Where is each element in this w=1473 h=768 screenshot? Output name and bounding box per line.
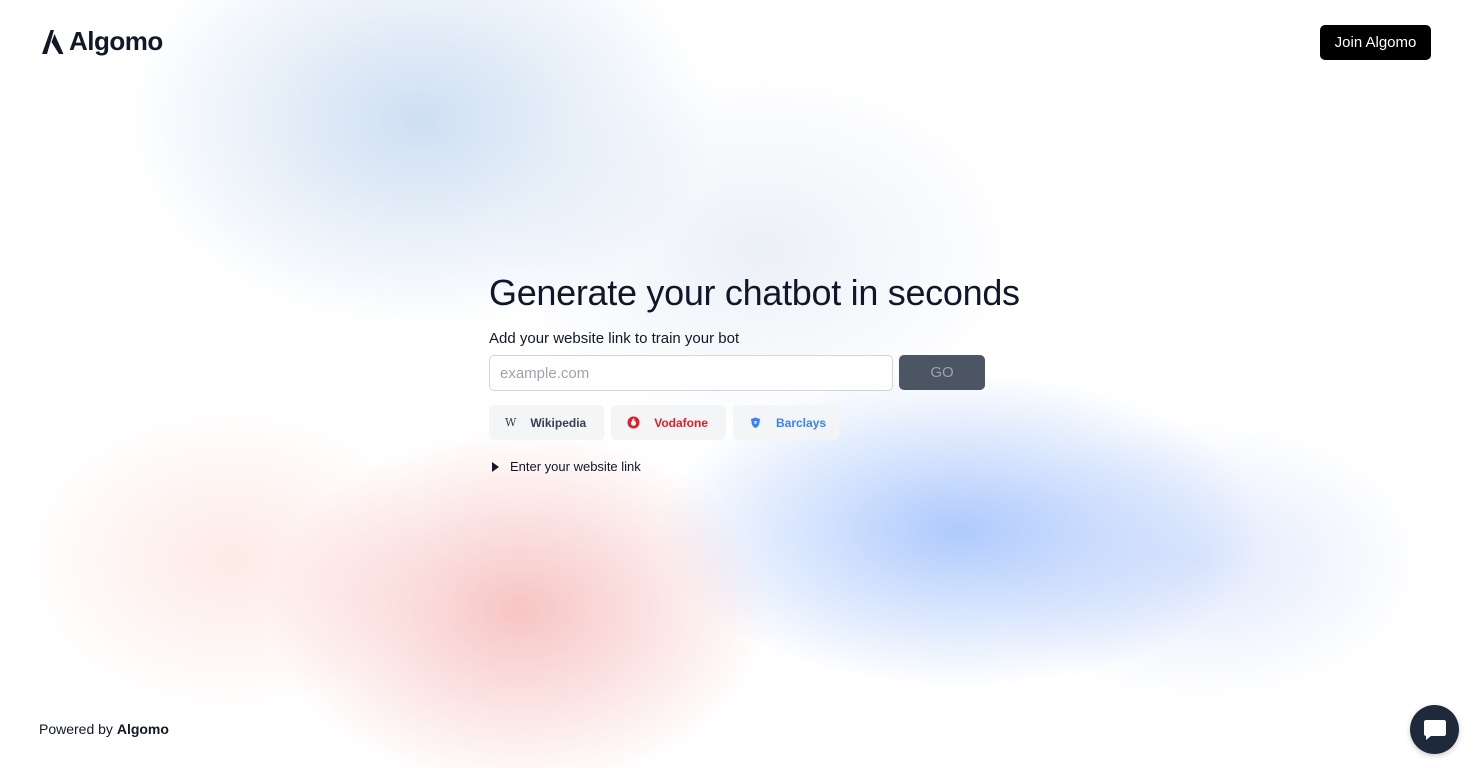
chip-label: Wikipedia bbox=[530, 415, 587, 430]
chat-bubble-icon bbox=[1423, 719, 1446, 740]
barclays-icon bbox=[749, 416, 762, 430]
powered-brand: Algomo bbox=[116, 721, 169, 737]
chip-label: Barclays bbox=[776, 415, 827, 430]
example-sites: W Wikipedia Vodafone Barclays bbox=[489, 405, 985, 440]
disclosure-triangle-icon bbox=[492, 461, 499, 472]
website-url-input[interactable] bbox=[489, 355, 893, 391]
join-algomo-button[interactable]: Join Algomo bbox=[1320, 25, 1431, 60]
vodafone-icon bbox=[627, 416, 640, 430]
hero-section: Generate your chatbot in seconds Add you… bbox=[489, 272, 1020, 474]
powered-by[interactable]: Powered by Algomo bbox=[39, 721, 169, 737]
chip-label: Vodafone bbox=[654, 415, 708, 430]
enter-website-link-disclosure[interactable]: Enter your website link bbox=[489, 459, 985, 474]
go-button[interactable]: GO bbox=[899, 355, 985, 390]
algomo-logo[interactable]: Algomo bbox=[41, 26, 163, 57]
logo-text: Algomo bbox=[69, 26, 163, 56]
page-title: Generate your chatbot in seconds bbox=[489, 272, 1020, 313]
chat-widget-button[interactable] bbox=[1410, 705, 1459, 754]
example-chip-wikipedia[interactable]: W Wikipedia bbox=[489, 405, 604, 440]
url-form: GO bbox=[489, 355, 985, 391]
example-chip-barclays[interactable]: Barclays bbox=[733, 405, 839, 440]
example-chip-vodafone[interactable]: Vodafone bbox=[611, 405, 726, 440]
subtitle: Add your website link to train your bot bbox=[489, 330, 740, 347]
algomo-logo-mark-icon bbox=[42, 29, 64, 54]
disclosure-label: Enter your website link bbox=[510, 459, 641, 474]
wikipedia-icon: W bbox=[505, 416, 517, 429]
powered-prefix: Powered by bbox=[39, 721, 113, 737]
